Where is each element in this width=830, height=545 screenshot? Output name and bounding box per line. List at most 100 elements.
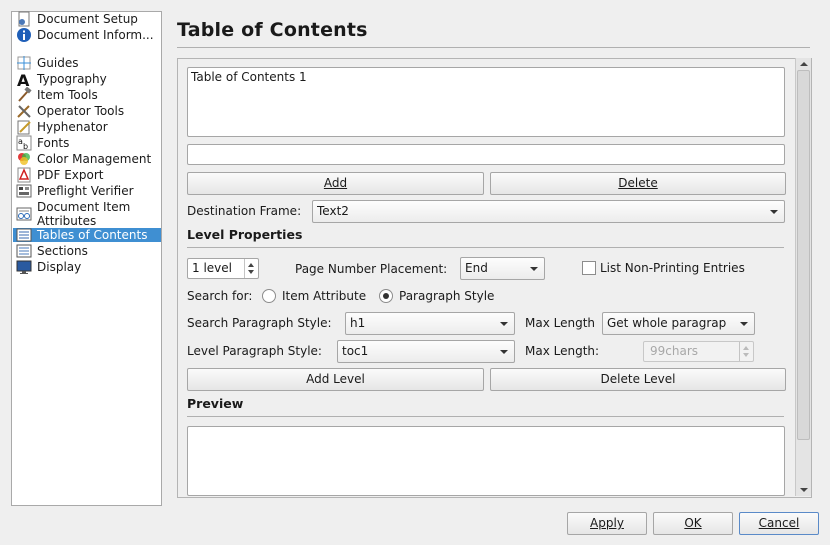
svg-text:b: b bbox=[23, 142, 28, 151]
sidebar-item-item-tools[interactable]: Item Tools bbox=[13, 86, 161, 103]
sidebar-item-label: Tables of Contents bbox=[37, 228, 148, 242]
sidebar-item-document-information[interactable]: Document Inform... bbox=[13, 28, 161, 42]
sections-icon bbox=[16, 243, 32, 259]
scroll-up-icon[interactable] bbox=[800, 62, 808, 66]
search-paragraph-style-label: Search Paragraph Style: bbox=[187, 316, 332, 330]
spin-buttons[interactable] bbox=[739, 342, 753, 361]
level-paragraph-style-select[interactable]: toc1 bbox=[337, 340, 515, 363]
item-attribute-label: Item Attribute bbox=[282, 289, 367, 303]
radio-selected-dot bbox=[383, 293, 389, 299]
page-number-placement-label: Page Number Placement: bbox=[295, 262, 448, 276]
preview-area bbox=[187, 426, 785, 496]
page-number-placement-select[interactable]: End bbox=[460, 257, 545, 280]
toc-name-field[interactable] bbox=[187, 144, 785, 165]
delete-level-label: Delete Level bbox=[600, 372, 676, 386]
sidebar-item-label: Typography bbox=[37, 72, 107, 86]
item-attribute-radio[interactable] bbox=[262, 289, 276, 303]
page-number-placement-value: End bbox=[465, 261, 488, 275]
level-paragraph-style-value: toc1 bbox=[342, 344, 369, 358]
ok-button[interactable]: OK bbox=[653, 512, 733, 535]
search-paragraph-style-select[interactable]: h1 bbox=[345, 312, 515, 335]
sidebar-item-label: Preflight Verifier bbox=[37, 184, 134, 198]
spin-up-icon[interactable] bbox=[248, 263, 254, 267]
sidebar-item-operator-tools[interactable]: Operator Tools bbox=[13, 104, 161, 118]
guides-icon bbox=[16, 55, 32, 71]
sidebar-item-tables-of-contents[interactable]: Tables of Contents bbox=[13, 228, 161, 242]
section-divider bbox=[187, 416, 784, 417]
apply-label: Apply bbox=[590, 516, 624, 530]
sidebar-item-label: Guides bbox=[37, 56, 79, 70]
title-divider bbox=[177, 47, 810, 48]
spin-down-icon[interactable] bbox=[743, 353, 749, 357]
sidebar-item-label: Document Inform... bbox=[37, 28, 154, 42]
level-properties-heading: Level Properties bbox=[187, 227, 303, 242]
sidebar-item-guides[interactable]: Guides bbox=[13, 56, 161, 70]
list-non-printing-checkbox[interactable] bbox=[582, 261, 596, 275]
spin-down-icon[interactable] bbox=[248, 270, 254, 274]
item-tools-icon bbox=[16, 86, 32, 103]
sidebar-item-label: Fonts bbox=[37, 136, 70, 150]
paragraph-style-label: Paragraph Style bbox=[399, 289, 495, 303]
sidebar-item-document-setup[interactable]: Document Setup bbox=[13, 11, 161, 27]
sidebar-item-display[interactable]: Display bbox=[13, 260, 161, 274]
chevron-down-icon bbox=[770, 210, 778, 214]
sidebar-item-sections[interactable]: Sections bbox=[13, 244, 161, 258]
add-level-button[interactable]: Add Level bbox=[187, 368, 484, 391]
max-length-spinbox[interactable]: 99chars bbox=[643, 341, 754, 362]
sidebar-item-color-management[interactable]: Color Management bbox=[13, 152, 161, 166]
document-setup-icon bbox=[16, 11, 32, 27]
info-icon bbox=[16, 27, 32, 43]
display-icon bbox=[16, 259, 32, 275]
apply-button[interactable]: Apply bbox=[567, 512, 647, 535]
add-button[interactable]: Add bbox=[187, 172, 484, 195]
chevron-down-icon bbox=[500, 322, 508, 326]
destination-frame-select[interactable]: Text2 bbox=[312, 200, 785, 223]
level-paragraph-style-label: Level Paragraph Style: bbox=[187, 344, 322, 358]
sidebar-item-label: Hyphenator bbox=[37, 120, 108, 134]
delete-label: Delete bbox=[618, 176, 658, 190]
sidebar-item-label: Operator Tools bbox=[37, 104, 125, 118]
pdf-export-icon bbox=[16, 167, 32, 183]
max-length2-label: Max Length: bbox=[525, 344, 600, 358]
preferences-sidebar: Document Setup Document Inform... Guides… bbox=[11, 11, 162, 506]
list-item[interactable]: Table of Contents 1 bbox=[191, 70, 307, 84]
level-spinbox[interactable]: 1 level bbox=[187, 258, 259, 279]
section-divider bbox=[187, 247, 784, 248]
max-length-label: Max Length bbox=[525, 316, 596, 330]
chevron-down-icon bbox=[500, 350, 508, 354]
hyphenator-icon bbox=[16, 119, 32, 135]
max-length-select[interactable]: Get whole paragrap bbox=[602, 312, 755, 335]
sidebar-item-hyphenator[interactable]: Hyphenator bbox=[13, 119, 161, 135]
scroll-down-icon[interactable] bbox=[800, 488, 808, 492]
add-level-label: Add Level bbox=[306, 372, 365, 386]
sidebar-item-label: PDF Export bbox=[37, 168, 104, 182]
delete-button[interactable]: Delete bbox=[490, 172, 786, 195]
toc-list[interactable]: Table of Contents 1 bbox=[187, 67, 785, 137]
destination-frame-value: Text2 bbox=[317, 204, 349, 218]
level-value: 1 level bbox=[192, 261, 232, 275]
vertical-scrollbar[interactable] bbox=[795, 58, 811, 496]
list-non-printing-label: List Non-Printing Entries bbox=[600, 261, 745, 275]
spin-up-icon[interactable] bbox=[743, 346, 749, 350]
sidebar-item-pdf-export[interactable]: PDF Export bbox=[13, 167, 161, 183]
spin-buttons[interactable] bbox=[244, 259, 258, 278]
sidebar-item-fonts[interactable]: ab Fonts bbox=[13, 135, 161, 151]
settings-panel: Table of Contents 1 Add Delete Destinati… bbox=[177, 58, 812, 498]
sidebar-item-document-item-attributes[interactable]: Document Item Attributes bbox=[13, 200, 161, 228]
destination-frame-label: Destination Frame: bbox=[187, 204, 302, 218]
sidebar-item-label-line1: Document Item bbox=[37, 200, 131, 214]
scrollbar-thumb[interactable] bbox=[797, 70, 810, 440]
chevron-down-icon bbox=[740, 322, 748, 326]
sidebar-item-label: Document Setup bbox=[37, 12, 138, 26]
color-management-icon bbox=[16, 151, 32, 167]
sidebar-item-typography[interactable]: A Typography bbox=[13, 71, 161, 90]
cancel-button[interactable]: Cancel bbox=[739, 512, 819, 535]
paragraph-style-radio[interactable] bbox=[379, 289, 393, 303]
preview-heading: Preview bbox=[187, 396, 244, 411]
tables-of-contents-icon bbox=[16, 227, 32, 243]
sidebar-item-label: Sections bbox=[37, 244, 88, 258]
delete-level-button[interactable]: Delete Level bbox=[490, 368, 786, 391]
fonts-icon: ab bbox=[16, 135, 32, 151]
search-for-label: Search for: bbox=[187, 289, 253, 303]
sidebar-item-preflight-verifier[interactable]: Preflight Verifier bbox=[13, 184, 161, 198]
